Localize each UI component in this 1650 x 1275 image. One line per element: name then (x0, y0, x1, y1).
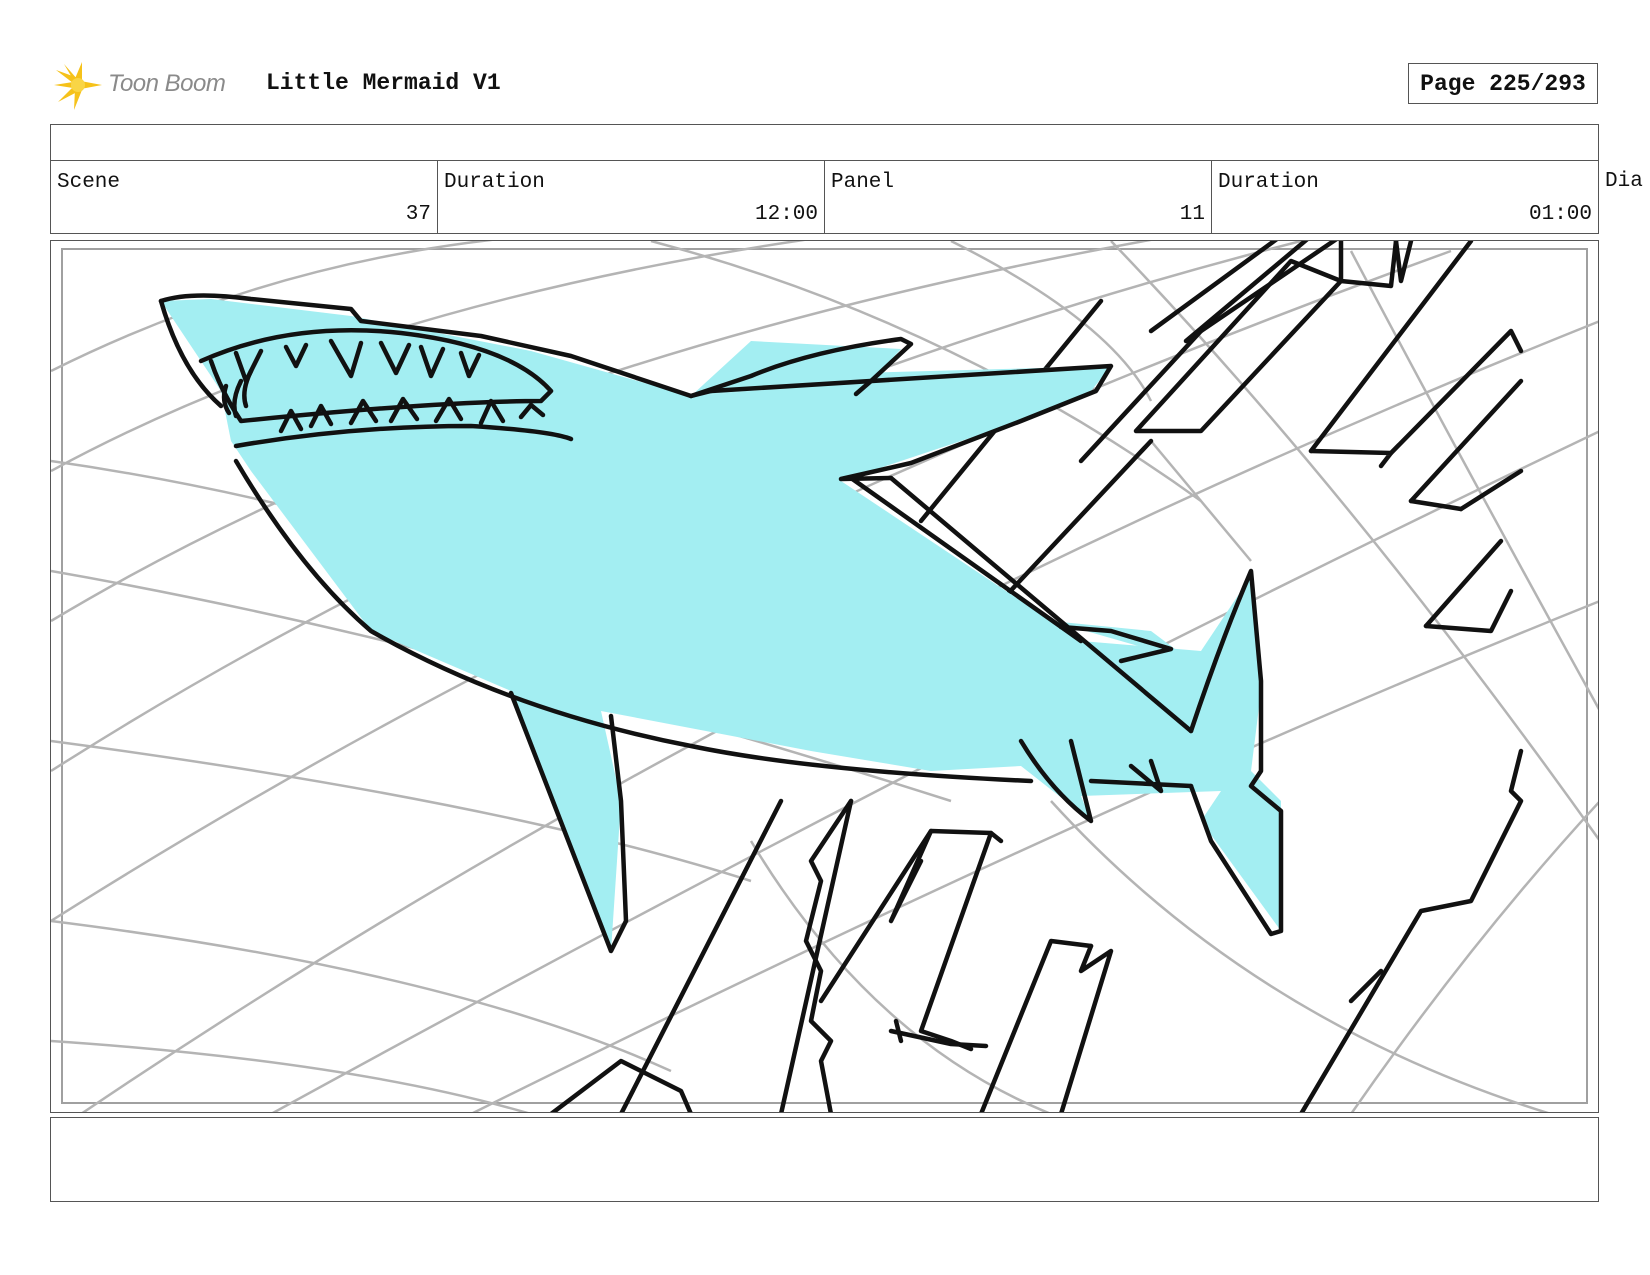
scene-cell: Scene 37 (51, 161, 438, 233)
page-indicator: Page 225/293 (1408, 63, 1598, 104)
sequence-bar (50, 124, 1599, 161)
panel-cell: Panel 11 (825, 161, 1212, 233)
panel-duration-cell: Duration 01:00 (1212, 161, 1598, 233)
panel-info-row: Scene 37 Duration 12:00 Panel 11 Duratio… (50, 160, 1599, 234)
sunburst-logo-icon (54, 62, 102, 110)
scene-duration-cell: Duration 12:00 (438, 161, 825, 233)
dialogue-label: Dia (1605, 170, 1643, 193)
shark-sketch-drawing (51, 241, 1598, 1112)
action-notes-box (50, 1117, 1599, 1202)
panel-label: Panel (831, 171, 895, 194)
scene-duration-label: Duration (444, 171, 545, 194)
panel-duration-label: Duration (1218, 171, 1319, 194)
toon-boom-logo: Toon Boom (52, 58, 252, 112)
scene-label: Scene (57, 171, 121, 194)
storyboard-panel-image (50, 240, 1599, 1113)
scene-value: 37 (405, 203, 431, 226)
panel-value: 11 (1179, 203, 1205, 226)
panel-duration-value: 01:00 (1528, 203, 1592, 226)
scene-duration-value: 12:00 (754, 203, 818, 226)
logo-wordmark: Toon Boom (108, 70, 226, 97)
project-title: Little Mermaid V1 (266, 70, 501, 96)
